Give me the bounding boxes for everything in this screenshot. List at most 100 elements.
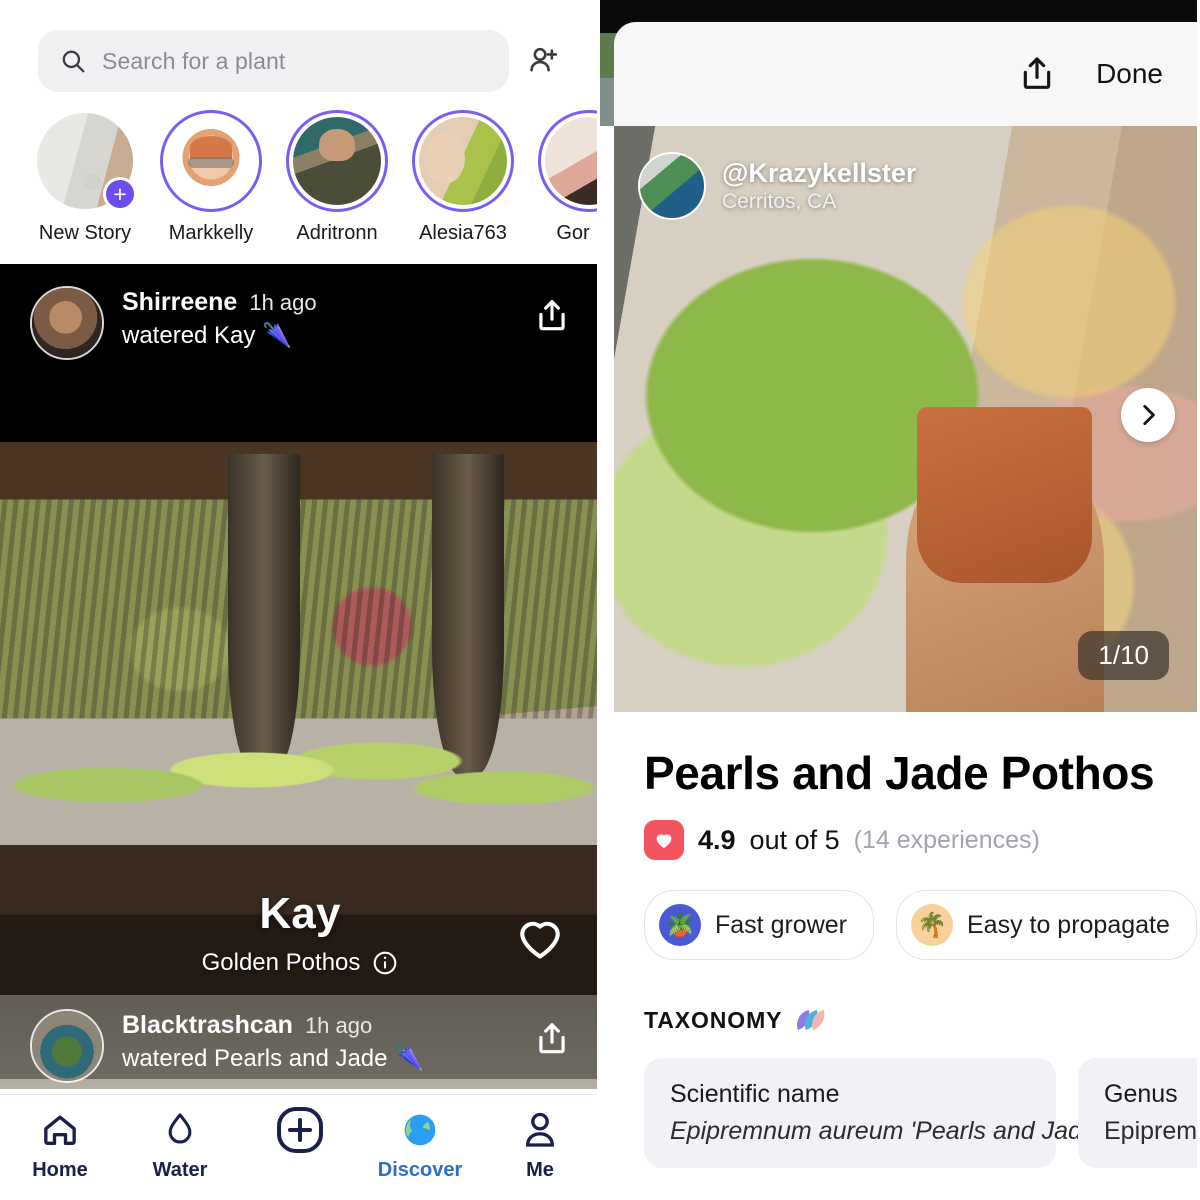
story-ring: + [34,110,137,212]
heart-icon[interactable] [514,913,566,961]
tab-add[interactable] [245,1107,355,1153]
sheet-toolbar: Done [614,22,1197,126]
plant-detail-body: Pearls and Jade Pothos 4.9 out of 5 (14 … [600,712,1197,1168]
share-icon[interactable] [1014,51,1060,97]
tab-label: Me [526,1159,554,1181]
section-title: TAXONOMY [644,1006,783,1033]
card-value: Epipremnum [1104,1117,1197,1145]
info-icon[interactable] [372,950,398,976]
avatar[interactable] [638,152,706,220]
tab-label: Home [32,1159,88,1181]
page-title: Pearls and Jade Pothos [644,747,1155,799]
hero-user[interactable]: @Krazykellster Cerritos, CA [638,152,916,220]
chip-fast-grower[interactable]: 🪴 Fast grower [644,890,874,960]
story-label: Adritronn [296,222,378,244]
tab-home[interactable]: Home [5,1107,115,1182]
done-button[interactable]: Done [1096,58,1163,90]
avatar [419,117,507,205]
post-2[interactable]: Blacktrashcan 1h ago watered Pearls and … [0,995,597,1089]
post-header: Shirreene 1h ago watered Kay 🌂 [0,264,597,419]
card-label: Genus [1104,1080,1178,1108]
chip-label: Easy to propagate [966,910,1170,939]
avatar [293,117,381,205]
taxonomy-card-genus[interactable]: Genus Epipremnum [1078,1058,1197,1168]
post-timestamp: 1h ago [304,1013,373,1038]
story-ring [286,110,388,212]
plant-feed-screen: Search for a plant + New Story Markkelly… [0,0,600,1200]
share-icon[interactable] [528,292,576,340]
story-label: Gor [556,222,590,244]
potted-plant-icon: 🪴 [659,904,701,946]
avatar[interactable] [30,286,104,360]
tab-label: Water [152,1159,208,1181]
story-item-new[interactable]: + New Story [34,110,137,258]
plant-hero-carousel[interactable]: @Krazykellster Cerritos, CA 1/10 [614,126,1197,712]
bottom-navigation: Home Water Discover Me [0,1094,597,1200]
card-label: Scientific name [670,1080,840,1108]
post-author[interactable]: Shirreene [122,288,237,317]
post-header: Blacktrashcan 1h ago watered Pearls and … [0,995,597,1083]
person-add-icon[interactable] [509,30,579,92]
avatar[interactable] [30,1009,104,1083]
post-author[interactable]: Blacktrashcan [122,1011,293,1040]
rating-count: (14 experiences) [853,825,1040,854]
plant-species: Golden Pothos [201,949,361,976]
search-row: Search for a plant [0,0,597,104]
plant-detail-sheet: Done @Krazykellster Cerritos, CA 1/10 Pe… [600,0,1197,1200]
avatar [167,117,255,205]
search-icon [60,48,86,74]
feed: Shirreene 1h ago watered Kay 🌂 Kay Golde… [0,264,597,1089]
post-photo[interactable]: Kay Golden Pothos [0,419,597,995]
image-counter: 1/10 [1078,631,1169,680]
add-story-badge[interactable]: + [103,177,137,211]
post-meta: Shirreene 1h ago watered Kay 🌂 [122,286,317,350]
taxonomy-section-header: TAXONOMY [644,1006,1197,1034]
search-placeholder: Search for a plant [102,47,286,74]
home-icon [5,1107,115,1153]
water-drop-icon [125,1107,235,1153]
post-action: watered Pearls and Jade 🌂 [122,1045,425,1072]
heart-badge-icon [644,820,684,860]
chevron-right-icon[interactable] [1121,388,1175,442]
plant-name: Kay [259,889,341,938]
card-value: Epipremnum aureum 'Pearls and Jade' [670,1117,1101,1145]
story-label: Markkelly [168,222,254,244]
post-action: watered Kay 🌂 [122,322,292,349]
sheet-top-strip: Done [600,0,1197,126]
chip-easy-to-propagate[interactable]: 🌴 Easy to propagate [895,890,1197,960]
user-handle: @Krazykellster [722,158,917,188]
post-meta: Blacktrashcan 1h ago watered Pearls and … [122,1009,424,1073]
plus-circle-icon [245,1107,355,1153]
tab-label: Discover [377,1159,463,1181]
story-item-gor[interactable]: Gor [538,110,597,258]
tab-me[interactable]: Me [485,1107,595,1182]
taxonomy-card-scientific-name[interactable]: Scientific name Epipremnum aureum 'Pearl… [644,1058,1101,1168]
screenshot-stage: Search for a plant + New Story Markkelly… [0,0,1200,1200]
palm-tree-icon: 🌴 [910,904,953,946]
story-item-adritronn[interactable]: Adritronn [286,110,388,258]
search-input[interactable]: Search for a plant [38,30,509,92]
story-ring [538,110,597,212]
rating-score: 4.9 [698,824,736,855]
share-icon[interactable] [528,1015,576,1063]
avatar [545,117,597,205]
tab-water[interactable]: Water [125,1107,235,1182]
user-location: Cerritos, CA [722,190,837,213]
post-timestamp: 1h ago [249,290,317,315]
story-ring [160,110,262,212]
leaf-stack-icon [794,1006,828,1034]
rating-outof: out of 5 [749,824,840,855]
person-icon [485,1107,595,1153]
stories-carousel[interactable]: + New Story Markkelly Adritronn Alesia76… [0,104,597,264]
taxonomy-cards: Scientific name Epipremnum aureum 'Pearl… [644,1058,1197,1168]
tab-discover[interactable]: Discover [365,1107,475,1182]
globe-icon [365,1107,475,1153]
plant-caption: Kay Golden Pothos [0,889,597,977]
chip-label: Fast grower [715,910,847,939]
story-ring [412,110,514,212]
story-item-markkelly[interactable]: Markkelly [160,110,262,258]
rating-row: 4.9 out of 5 (14 experiences) [644,820,1197,860]
story-item-alesia763[interactable]: Alesia763 [412,110,514,258]
story-label: New Story [38,222,132,244]
story-label: Alesia763 [419,222,507,244]
